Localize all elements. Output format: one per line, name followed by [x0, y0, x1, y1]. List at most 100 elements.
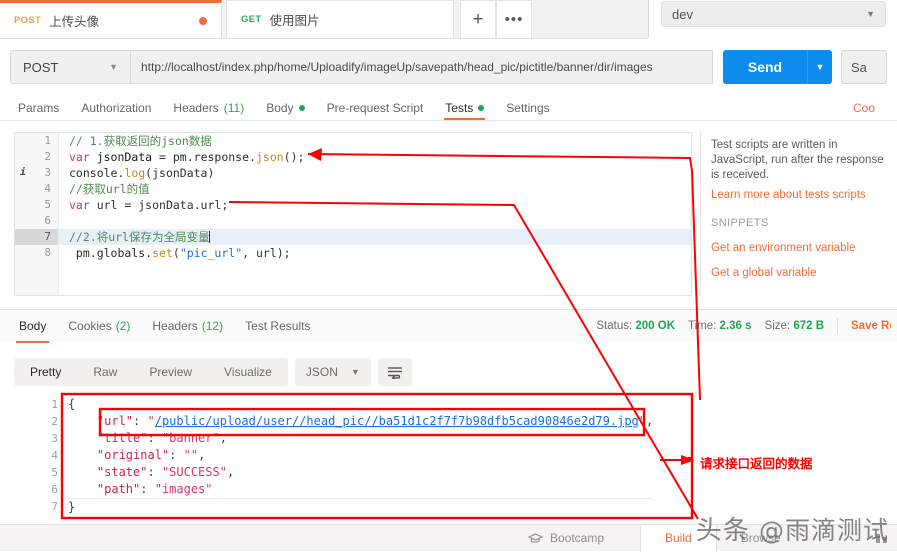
cookies-link[interactable]: Coo — [853, 101, 883, 120]
tab-authorization[interactable]: Authorization — [70, 101, 162, 120]
code-token: url = jsonData.url; — [96, 198, 229, 212]
view-mode-raw[interactable]: Raw — [77, 358, 133, 386]
json-token: : — [169, 448, 184, 462]
code-token: jsonData — [96, 150, 160, 164]
editor-code-line: //2.将url保存为全局变量 — [59, 229, 691, 245]
annotation-line-to-url-value — [691, 169, 701, 401]
request-tab-use-image[interactable]: GET 使用图片 — [226, 0, 454, 38]
response-json-line: "state": "SUCCESS", — [68, 464, 653, 481]
json-token: , — [219, 431, 227, 445]
url-input[interactable]: http://localhost/index.php/home/Uploadif… — [130, 50, 713, 84]
code-token: var — [69, 150, 97, 164]
tab-more-options-button[interactable]: ••• — [496, 0, 532, 38]
tab-headers[interactable]: Headers (11) — [162, 101, 255, 120]
tab-method-label: POST — [14, 15, 42, 26]
tab-pre-request-script[interactable]: Pre-request Script — [316, 101, 435, 120]
code-token: (); — [283, 150, 305, 164]
json-token: : — [147, 431, 162, 445]
editor-line-number: 8 — [44, 246, 51, 259]
chevron-down-icon: ▼ — [866, 9, 875, 19]
http-method-selector[interactable]: POST ▼ — [10, 50, 130, 84]
code-token: "pic_url" — [179, 246, 243, 260]
response-line-number: 4 — [51, 449, 58, 462]
editor-code-line: //获取url的值 — [69, 181, 691, 197]
status-value: 200 OK — [635, 320, 676, 332]
json-token: "SUCCESS" — [161, 465, 227, 479]
code-token: pm.globals. — [69, 246, 153, 260]
graduation-cap-icon — [528, 532, 543, 543]
response-format-selector[interactable]: JSON ▼ — [294, 358, 371, 386]
environment-name: dev — [672, 6, 693, 22]
tests-active-dot-icon — [478, 105, 485, 111]
status-indicator: Status: 200 OK — [596, 320, 675, 332]
code-token: log — [124, 166, 146, 180]
code-token: , url); — [242, 246, 291, 260]
tests-script-editor[interactable]: 12i345678 // 1.获取返回的json数据 var jsonData =… — [14, 132, 692, 296]
new-tab-button[interactable]: + — [460, 0, 496, 38]
meta-divider — [837, 318, 838, 334]
snippets-heading: SNIPPETS — [711, 217, 769, 229]
body-active-dot-icon — [298, 105, 305, 111]
response-tab-cookies[interactable]: Cookies (2) — [57, 312, 141, 340]
editor-line-number: 7 — [15, 229, 58, 245]
response-json-line: "title": "banner", — [68, 430, 653, 447]
editor-code-line: pm.globals.set("pic_url", url); — [69, 245, 691, 261]
chevron-down-icon: ▼ — [109, 62, 118, 72]
code-token: console. — [69, 166, 125, 180]
tab-label: Cookies — [68, 319, 112, 333]
json-token: : — [133, 414, 148, 428]
view-mode-preview[interactable]: Preview — [133, 358, 208, 386]
environment-selector[interactable]: dev ▼ — [661, 1, 886, 27]
view-mode-pretty[interactable]: Pretty — [14, 358, 77, 386]
send-button[interactable]: Send — [723, 50, 807, 84]
editor-line-number: 6 — [44, 214, 51, 227]
wrap-lines-button[interactable] — [377, 358, 412, 386]
response-tab-test-results[interactable]: Test Results — [234, 312, 321, 340]
request-tab-upload-avatar[interactable]: POST 上传头像 — [0, 0, 222, 38]
json-token: " — [638, 414, 647, 428]
tab-tests[interactable]: Tests — [434, 101, 495, 120]
status-label: Status: — [596, 320, 633, 332]
send-options-caret-icon[interactable]: ▼ — [807, 50, 832, 84]
unsaved-dot-icon — [199, 16, 207, 25]
response-tab-body[interactable]: Body — [8, 312, 57, 343]
response-json-line: "path": "images" — [68, 481, 653, 498]
editor-line-number-gutter: 1 2 i3 4 5 6 78 — [15, 133, 59, 295]
bootcamp-entry[interactable]: Bootcamp — [528, 531, 604, 545]
learn-more-link[interactable]: Learn more about tests scripts — [711, 189, 888, 201]
response-json-code[interactable]: { "url": "/public/upload/user//head_pic/… — [68, 396, 654, 516]
code-token: //获取url的值 — [69, 182, 150, 196]
response-line-number-gutter: 1 2 3 4 5 6 7 — [38, 396, 58, 515]
json-token: , — [646, 414, 654, 428]
response-url-link[interactable]: /public/upload/user//head_pic//ba51d1c2f… — [155, 414, 639, 428]
annotation-callout-text: 请求接口返回的数据 — [700, 456, 813, 471]
tab-body[interactable]: Body — [255, 101, 315, 120]
save-response-button[interactable]: Save Res — [851, 320, 891, 332]
tab-params[interactable]: Params — [14, 101, 70, 120]
json-token: : — [147, 465, 162, 479]
editor-code-area[interactable]: // 1.获取返回的json数据 var jsonData = pm.respon… — [59, 133, 691, 295]
json-token: "state" — [96, 465, 148, 479]
response-section-tabs: Body Cookies (2) Headers (12) Test Resul… — [8, 312, 321, 343]
response-tab-headers[interactable]: Headers (12) — [141, 312, 234, 340]
code-token: json — [255, 150, 284, 164]
response-body-viewer[interactable]: 1 2 3 4 5 6 7 { "url": "/public/upload/user//h… — [38, 396, 690, 516]
editor-line-number: 2 — [44, 150, 51, 163]
json-token: "" — [183, 448, 199, 462]
tab-title: 使用图片 — [269, 14, 320, 28]
size-value: 672 B — [793, 320, 824, 332]
response-line-number: 7 — [51, 500, 58, 513]
size-indicator: Size: 672 B — [765, 320, 824, 332]
code-token: pm.response. — [172, 150, 256, 164]
snippet-get-global-variable[interactable]: Get a global variable — [711, 267, 888, 279]
view-mode-visualize[interactable]: Visualize — [208, 358, 288, 386]
json-token: "banner" — [161, 431, 220, 445]
tab-settings[interactable]: Settings — [495, 101, 560, 120]
snippet-get-environment-variable[interactable]: Get an environment variable — [711, 242, 888, 254]
json-token: , — [226, 465, 235, 479]
json-token: , — [198, 448, 206, 462]
editor-line-number: 1 — [44, 134, 51, 147]
tests-description: Test scripts are written in JavaScript, … — [711, 139, 884, 181]
save-button[interactable]: Sa — [841, 50, 887, 84]
